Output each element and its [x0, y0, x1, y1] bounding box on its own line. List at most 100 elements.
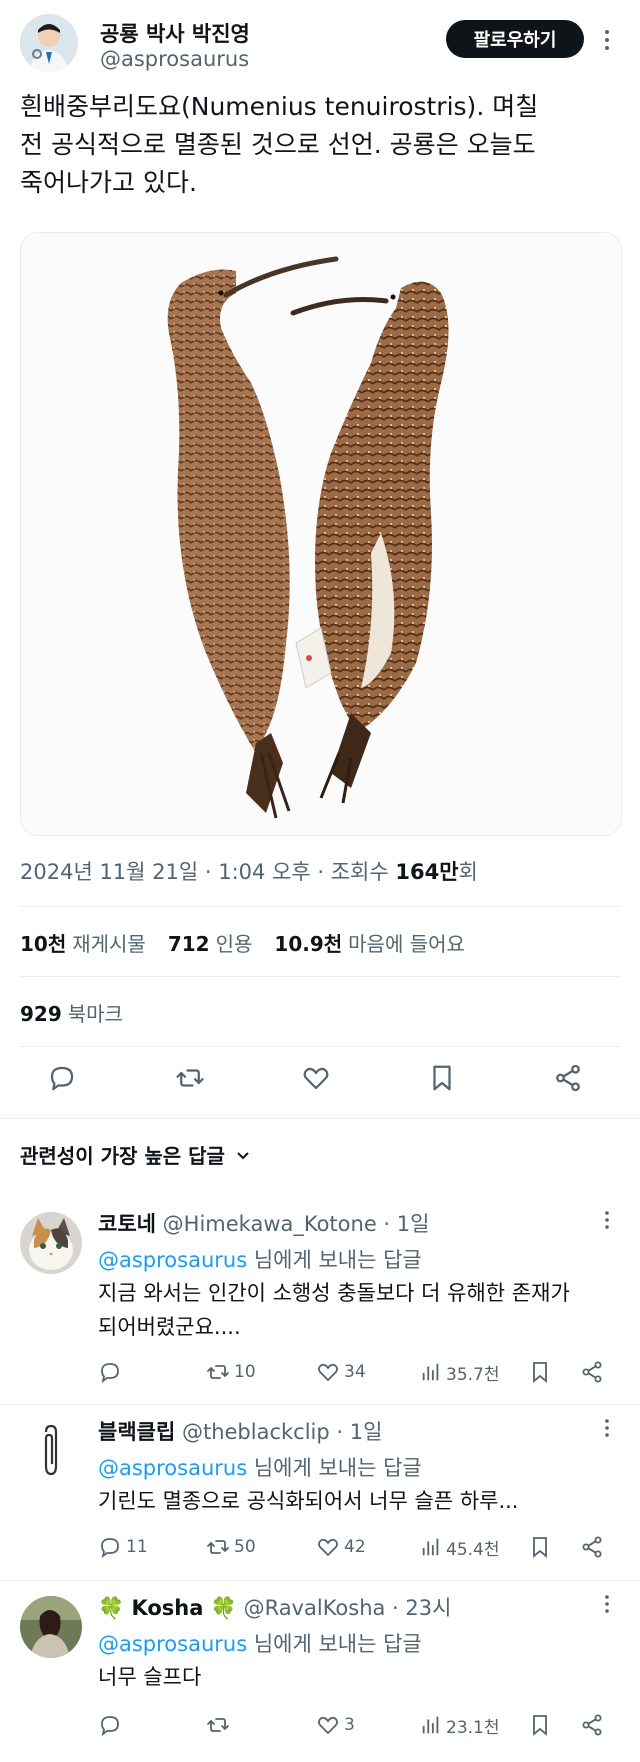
like-icon[interactable]: 34: [316, 1357, 366, 1387]
quotes-count: 712: [167, 932, 210, 956]
reply-author-handle[interactable]: @theblackclip · 1일: [182, 1420, 382, 1444]
tweet-image[interactable]: [20, 232, 622, 836]
retweet-icon[interactable]: [172, 1060, 208, 1096]
views-icon[interactable]: 35.7천: [420, 1357, 500, 1387]
bookmark-icon[interactable]: [528, 1357, 552, 1387]
view-count-suffix: 회: [458, 860, 478, 884]
reply-item[interactable]: 블랙클립 @theblackclip · 1일 @asprosaurus 님에게…: [0, 1408, 640, 1578]
reply-actions: 11 50 42 45.4천: [98, 1532, 618, 1562]
tweet-text: 흰배중부리도요(Numenius tenuirostris). 며칠 전 공식적…: [20, 88, 620, 202]
views-count: 45.4천: [446, 1539, 500, 1560]
divider: [20, 1046, 620, 1047]
reply-text-line: 너무 슬프다: [98, 1665, 202, 1689]
like-count: 3: [344, 1715, 355, 1735]
like-icon[interactable]: 3: [316, 1710, 355, 1740]
reply-to-mention[interactable]: @asprosaurus: [98, 1248, 247, 1272]
retweet-count: 10: [234, 1362, 256, 1382]
views-icon[interactable]: 45.4천: [420, 1532, 500, 1562]
reply-icon[interactable]: [98, 1710, 126, 1740]
reply-icon[interactable]: [44, 1060, 80, 1096]
divider: [0, 1118, 640, 1119]
more-vertical-icon[interactable]: [598, 26, 616, 54]
replies-sort-label: 관련성이 가장 높은 답글: [20, 1144, 225, 1168]
reply-to-mention[interactable]: @asprosaurus: [98, 1632, 247, 1656]
author-avatar[interactable]: [20, 14, 78, 72]
like-icon[interactable]: 42: [316, 1532, 366, 1562]
reply-to-mention[interactable]: @asprosaurus: [98, 1456, 247, 1480]
reply-header: 블랙클립 @theblackclip · 1일: [98, 1416, 382, 1446]
reply-avatar[interactable]: [20, 1596, 82, 1658]
quotes-stat[interactable]: 712 인용: [168, 928, 253, 957]
views-count: 23.1천: [446, 1717, 500, 1738]
reply-item[interactable]: 🍀 Kosha 🍀 @RavalKosha · 23시 @asprosaurus…: [0, 1584, 640, 1760]
retweet-icon[interactable]: [206, 1710, 234, 1740]
retweet-icon[interactable]: 50: [206, 1532, 256, 1562]
reply-to: @asprosaurus 님에게 보내는 답글: [98, 1452, 422, 1482]
views-icon[interactable]: 23.1천: [420, 1710, 500, 1740]
reply-author-name[interactable]: 코토네: [98, 1212, 156, 1236]
reply-item[interactable]: 코토네 @Himekawa_Kotone · 1일 @asprosaurus 님…: [0, 1200, 640, 1400]
view-count: 164만: [395, 860, 459, 884]
more-vertical-icon[interactable]: [600, 1416, 614, 1440]
reply-actions: 3 23.1천: [98, 1710, 618, 1740]
bookmark-icon[interactable]: [528, 1532, 552, 1562]
reply-author-handle[interactable]: @RavalKosha · 23시: [244, 1596, 452, 1620]
bookmarks-count: 929: [20, 1002, 62, 1026]
likes-stat[interactable]: 10.9천 마음에 들어요: [274, 928, 465, 957]
retweets-count: 10천: [20, 932, 67, 956]
retweets-stat[interactable]: 10천 재게시물: [20, 928, 146, 957]
reply-text: 너무 슬프다: [98, 1660, 628, 1694]
more-vertical-icon[interactable]: [600, 1592, 614, 1616]
bookmarks-stat[interactable]: 929 북마크: [20, 998, 123, 1027]
bookmarks-label: 북마크: [67, 1002, 123, 1026]
reply-author-name[interactable]: 🍀 Kosha 🍀: [98, 1596, 237, 1620]
reply-to-suffix: 님에게 보내는 답글: [247, 1632, 422, 1656]
share-icon[interactable]: [580, 1357, 604, 1387]
divider: [20, 976, 620, 977]
reply-icon[interactable]: [98, 1357, 126, 1387]
engagement-stats: 10천 재게시물 712 인용 10.9천 마음에 들어요: [20, 928, 465, 957]
reply-text: 기린도 멸종으로 공식화되어서 너무 슬픈 하루...: [98, 1484, 628, 1518]
author-name[interactable]: 공룡 박사 박진영: [100, 18, 250, 48]
follow-button[interactable]: 팔로우하기: [446, 20, 584, 58]
reply-avatar[interactable]: [20, 1212, 82, 1274]
divider: [0, 1404, 640, 1405]
likes-label: 마음에 들어요: [348, 932, 465, 956]
bookmark-icon[interactable]: [424, 1060, 460, 1096]
reply-header: 코토네 @Himekawa_Kotone · 1일: [98, 1208, 429, 1238]
share-icon[interactable]: [580, 1710, 604, 1740]
tweet-actions: [44, 1060, 604, 1100]
share-icon[interactable]: [550, 1060, 586, 1096]
reply-avatar[interactable]: [20, 1420, 82, 1482]
tweet-header: 공룡 박사 박진영 @asprosaurus 팔로우하기: [20, 14, 620, 76]
reply-author-name[interactable]: 블랙클립: [98, 1420, 175, 1444]
reply-actions: 10 34 35.7천: [98, 1357, 618, 1387]
reply-count: 11: [126, 1537, 148, 1557]
like-icon[interactable]: [298, 1060, 334, 1096]
retweets-label: 재게시물: [72, 932, 146, 956]
tweet-timestamp: 2024년 11월 21일 · 1:04 오후 · 조회수 164만회: [20, 856, 478, 886]
likes-count: 10.9천: [274, 932, 343, 956]
views-count: 35.7천: [446, 1364, 500, 1385]
reply-text: 지금 와서는 인간이 소행성 충돌보다 더 유해한 존재가 되어버렸군요....: [98, 1276, 628, 1344]
reply-author-handle[interactable]: @Himekawa_Kotone · 1일: [163, 1212, 430, 1236]
divider: [20, 906, 620, 907]
reply-text-line: 지금 와서는 인간이 소행성 충돌보다 더 유해한 존재가: [98, 1281, 570, 1305]
timestamp-text: 2024년 11월 21일 · 1:04 오후 · 조회수: [20, 860, 396, 884]
like-count: 42: [344, 1537, 366, 1557]
replies-sort-dropdown[interactable]: 관련성이 가장 높은 답글: [20, 1140, 251, 1169]
author-handle[interactable]: @asprosaurus: [100, 47, 249, 71]
reply-to: @asprosaurus 님에게 보내는 답글: [98, 1628, 422, 1658]
divider: [0, 1580, 640, 1581]
retweet-count: 50: [234, 1537, 256, 1557]
reply-to: @asprosaurus 님에게 보내는 답글: [98, 1244, 422, 1274]
tweet-text-line: 전 공식적으로 멸종된 것으로 선언. 공룡은 오늘도: [20, 130, 536, 159]
tweet-text-line: 흰배중부리도요(Numenius tenuirostris). 며칠: [20, 92, 539, 121]
more-vertical-icon[interactable]: [600, 1208, 614, 1232]
share-icon[interactable]: [580, 1532, 604, 1562]
reply-icon[interactable]: 11: [98, 1532, 148, 1562]
retweet-icon[interactable]: 10: [206, 1357, 256, 1387]
reply-text-line: 되어버렸군요....: [98, 1315, 241, 1339]
tweet-text-line: 죽어나가고 있다.: [20, 168, 197, 197]
bookmark-icon[interactable]: [528, 1710, 552, 1740]
